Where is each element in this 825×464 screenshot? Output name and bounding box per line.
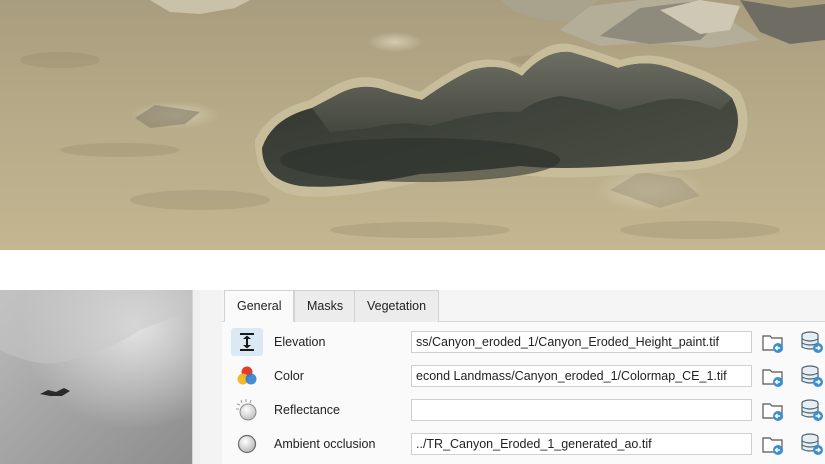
database-button-elevation[interactable] — [799, 329, 825, 355]
database-icon — [801, 433, 823, 455]
browse-folder-button-elevation[interactable] — [761, 330, 787, 356]
browse-folder-button-ambient-occlusion[interactable] — [761, 432, 787, 458]
database-icon — [801, 331, 823, 353]
folder-open-icon — [762, 335, 783, 353]
terrain-render — [0, 0, 825, 250]
color-path-field[interactable]: econd Landmass/Canyon_eroded_1/Colormap_… — [411, 365, 752, 387]
database-icon — [801, 365, 823, 387]
tab-bar: General Masks Vegetation — [222, 290, 825, 323]
database-icon — [801, 399, 823, 421]
elevation-icon[interactable] — [231, 328, 263, 356]
tab-masks[interactable]: Masks — [294, 290, 357, 322]
layer-label-reflectance: Reflectance — [274, 403, 341, 417]
reflectance-icon[interactable] — [231, 396, 263, 424]
color-icon[interactable] — [231, 362, 263, 390]
ambient-occlusion-icon[interactable] — [231, 430, 263, 458]
layer-label-ambient-occlusion: Ambient occlusion — [274, 437, 376, 451]
tab-general[interactable]: General — [224, 290, 295, 323]
database-button-reflectance[interactable] — [799, 397, 825, 423]
reflectance-path-field[interactable] — [411, 399, 752, 421]
layer-label-elevation: Elevation — [274, 335, 326, 349]
browse-folder-button-color[interactable] — [761, 364, 787, 390]
properties-panel: General Masks Vegetation Elevation ss/Ca… — [222, 290, 825, 464]
layer-row-elevation: Elevation ss/Canyon_eroded_1/Canyon_Erod… — [222, 326, 825, 360]
database-button-ambient-occlusion[interactable] — [799, 431, 825, 457]
preview-divider — [192, 290, 200, 464]
layer-label-color: Color — [274, 369, 304, 383]
layer-list: Elevation ss/Canyon_eroded_1/Canyon_Erod… — [222, 322, 825, 464]
browse-folder-button-reflectance[interactable] — [761, 398, 787, 424]
ambient-occlusion-path-field[interactable]: ../TR_Canyon_Eroded_1_generated_ao.tif — [411, 433, 752, 455]
layer-row-reflectance: Reflectance — [222, 394, 825, 428]
folder-open-icon — [762, 403, 783, 421]
elevation-path-field[interactable]: ss/Canyon_eroded_1/Canyon_Eroded_Height_… — [411, 331, 752, 353]
folder-open-icon — [762, 369, 783, 387]
heightmap-image — [0, 290, 192, 464]
database-button-color[interactable] — [799, 363, 825, 389]
folder-open-icon — [762, 437, 783, 455]
layer-row-color: Color econd Landmass/Canyon_eroded_1/Col… — [222, 360, 825, 394]
viewport-gap — [0, 250, 825, 290]
tab-vegetation[interactable]: Vegetation — [354, 290, 440, 322]
layer-row-ambient-occlusion: Ambient occlusion ../TR_Canyon_Eroded_1_… — [222, 428, 825, 462]
panel-splitter[interactable] — [200, 290, 222, 464]
terrain-viewport[interactable] — [0, 0, 825, 250]
heightmap-preview[interactable] — [0, 290, 192, 464]
